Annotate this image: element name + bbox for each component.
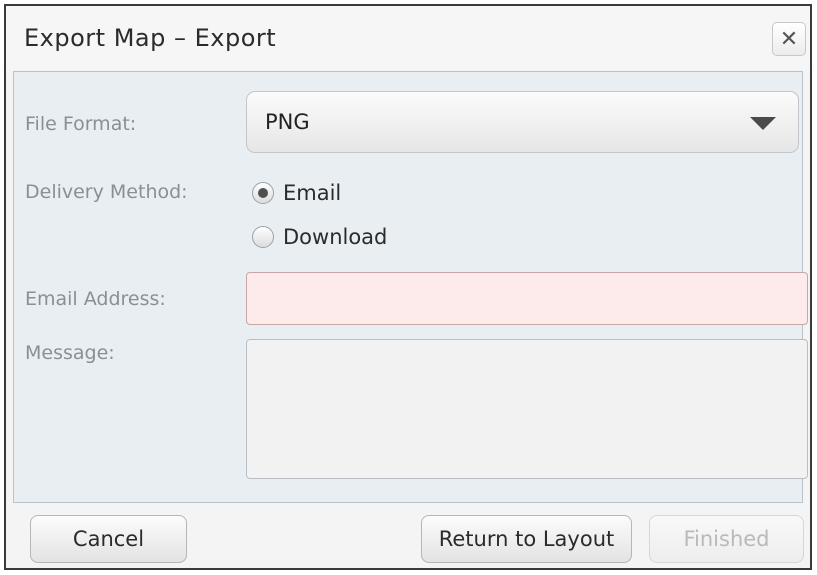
dialog-content: File Format: PNG Delivery Method: Email … — [13, 71, 808, 503]
email-address-input[interactable] — [246, 272, 808, 325]
return-to-layout-button[interactable]: Return to Layout — [421, 515, 632, 563]
radio-download-button[interactable] — [252, 226, 274, 248]
dialog-title: Export Map – Export — [24, 24, 277, 52]
email-address-label: Email Address: — [25, 288, 166, 310]
radio-email-label: Email — [283, 181, 342, 205]
file-format-value: PNG — [265, 110, 310, 134]
message-label: Message: — [25, 342, 115, 364]
close-button[interactable]: ✕ — [772, 22, 806, 56]
export-map-dialog: Export Map – Export ✕ File Format: PNG D… — [4, 4, 812, 570]
radio-email[interactable]: Email — [252, 181, 341, 205]
file-format-select[interactable]: PNG — [246, 91, 799, 153]
dialog-titlebar: Export Map – Export ✕ — [6, 6, 810, 70]
close-icon: ✕ — [779, 26, 799, 52]
cancel-button-label: Cancel — [72, 527, 145, 551]
return-to-layout-label: Return to Layout — [438, 527, 615, 551]
finished-button-label: Finished — [683, 527, 770, 551]
radio-download-label: Download — [283, 225, 388, 249]
radio-email-button[interactable] — [252, 182, 274, 204]
finished-button[interactable]: Finished — [649, 515, 804, 563]
chevron-down-icon — [750, 117, 776, 130]
radio-download[interactable]: Download — [252, 225, 387, 249]
cancel-button[interactable]: Cancel — [30, 515, 187, 563]
radio-selected-dot — [258, 188, 268, 198]
message-textarea[interactable] — [246, 339, 808, 479]
delivery-method-label: Delivery Method: — [25, 181, 188, 203]
file-format-label: File Format: — [25, 113, 137, 135]
